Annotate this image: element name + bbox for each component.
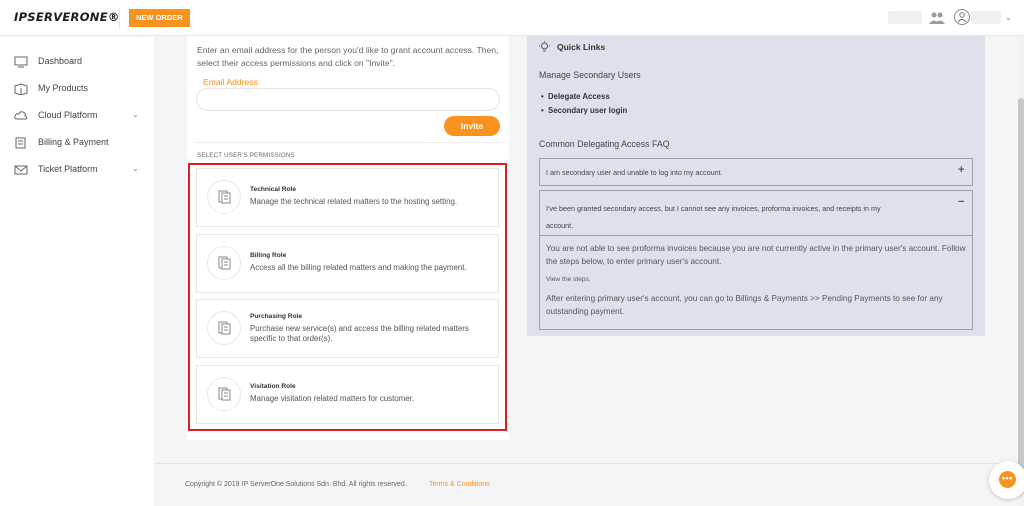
terms-conditions-link[interactable]: Terms & Conditions bbox=[429, 481, 490, 488]
role-card-purchasing[interactable]: Purchasing Role Purchase new service(s) … bbox=[196, 299, 499, 358]
email-address-input[interactable] bbox=[196, 88, 500, 111]
sidebar-item-cloud-platform[interactable]: Cloud Platform ⌄ bbox=[0, 105, 154, 129]
live-chat-button[interactable]: ••• bbox=[989, 461, 1024, 499]
faq-answer-text: After entering primary user's account, y… bbox=[546, 294, 943, 316]
role-document-icon bbox=[207, 246, 241, 280]
section-divider bbox=[196, 142, 500, 143]
chevron-down-icon[interactable]: ⌄ bbox=[132, 164, 139, 173]
faq-answer-text: You are not able to see proforma invoice… bbox=[546, 244, 966, 266]
user-avatar-icon[interactable] bbox=[954, 9, 970, 25]
role-description: Access all the billing related matters a… bbox=[250, 263, 467, 272]
scrollbar-thumb[interactable] bbox=[1018, 98, 1024, 478]
role-document-icon bbox=[207, 180, 241, 214]
manage-secondary-users-heading: Manage Secondary Users bbox=[539, 70, 641, 80]
role-title: Technical Role bbox=[250, 186, 297, 193]
chevron-down-icon[interactable]: ⌄ bbox=[132, 110, 139, 119]
top-navbar: IPSERVERONE® NEW ORDER ⌄ bbox=[0, 0, 1024, 36]
users-icon[interactable] bbox=[929, 11, 945, 25]
role-card-visitation[interactable]: Visitation Role Manage visitation relate… bbox=[196, 365, 499, 424]
secondary-user-login-link[interactable]: Secondary user login bbox=[541, 106, 627, 115]
sidebar-item-label: Ticket Platform bbox=[38, 164, 98, 174]
monitor-icon bbox=[14, 56, 28, 68]
sidebar-item-label: Billing & Payment bbox=[38, 137, 109, 147]
role-document-icon bbox=[207, 311, 241, 345]
box-icon bbox=[14, 83, 28, 95]
cloud-icon bbox=[14, 111, 28, 120]
view-steps-link[interactable]: View the steps. bbox=[546, 276, 591, 283]
mail-icon bbox=[14, 165, 28, 175]
sidebar: Dashboard My Products Cloud Platform ⌄ B… bbox=[0, 37, 154, 506]
delegate-access-link[interactable]: Delegate Access bbox=[541, 92, 610, 101]
role-card-billing[interactable]: Billing Role Access all the billing rela… bbox=[196, 234, 499, 293]
sidebar-item-label: Dashboard bbox=[38, 56, 83, 66]
sidebar-item-dashboard[interactable]: Dashboard bbox=[0, 51, 154, 75]
role-description: Manage the technical related matters to … bbox=[250, 197, 458, 206]
invite-instructions: Enter an email address for the person yo… bbox=[197, 45, 499, 68]
role-title: Purchasing Role bbox=[250, 313, 303, 320]
sidebar-item-label: My Products bbox=[38, 83, 89, 93]
role-title: Visitation Role bbox=[250, 383, 296, 390]
role-title: Billing Role bbox=[250, 252, 287, 259]
expand-plus-icon[interactable]: + bbox=[958, 164, 964, 176]
sidebar-item-my-products[interactable]: My Products bbox=[0, 78, 154, 102]
email-address-label: Email Address bbox=[203, 77, 258, 87]
new-order-button[interactable]: NEW ORDER bbox=[129, 9, 190, 27]
faq-question[interactable]: I've been granted secondary access, but … bbox=[546, 200, 906, 234]
role-card-technical[interactable]: Technical Role Manage the technical rela… bbox=[196, 168, 499, 227]
role-description: Purchase new service(s) and access the b… bbox=[250, 324, 469, 343]
footer-divider bbox=[154, 463, 1018, 464]
faq-answer-divider bbox=[539, 235, 973, 236]
lightbulb-icon bbox=[539, 41, 550, 52]
brand-logo[interactable]: IPSERVERONE® bbox=[14, 10, 120, 24]
blurred-username bbox=[971, 11, 1001, 24]
chevron-down-icon[interactable]: ⌄ bbox=[1005, 13, 1012, 22]
faq-question[interactable]: I am secondary user and unable to log in… bbox=[546, 168, 723, 177]
quick-links-title: Quick Links bbox=[557, 42, 606, 52]
role-description: Manage visitation related matters for cu… bbox=[250, 394, 415, 403]
collapse-minus-icon[interactable]: − bbox=[958, 196, 964, 208]
logo-divider bbox=[119, 8, 120, 28]
invoice-icon bbox=[15, 137, 26, 149]
copyright-text: Copyright © 2019 IP ServerOne Solutions … bbox=[185, 481, 407, 488]
sidebar-item-billing-payment[interactable]: Billing & Payment bbox=[0, 132, 154, 156]
chat-bubble-icon: ••• bbox=[999, 471, 1016, 488]
blurred-account-info bbox=[888, 11, 922, 24]
role-document-icon bbox=[207, 377, 241, 411]
invite-button[interactable]: Invite bbox=[444, 116, 500, 136]
permissions-heading: SELECT USER'S PERMISSIONS bbox=[197, 152, 295, 159]
sidebar-item-ticket-platform[interactable]: Ticket Platform ⌄ bbox=[0, 159, 154, 183]
sidebar-item-label: Cloud Platform bbox=[38, 110, 98, 120]
faq-heading: Common Delegating Access FAQ bbox=[539, 139, 670, 149]
